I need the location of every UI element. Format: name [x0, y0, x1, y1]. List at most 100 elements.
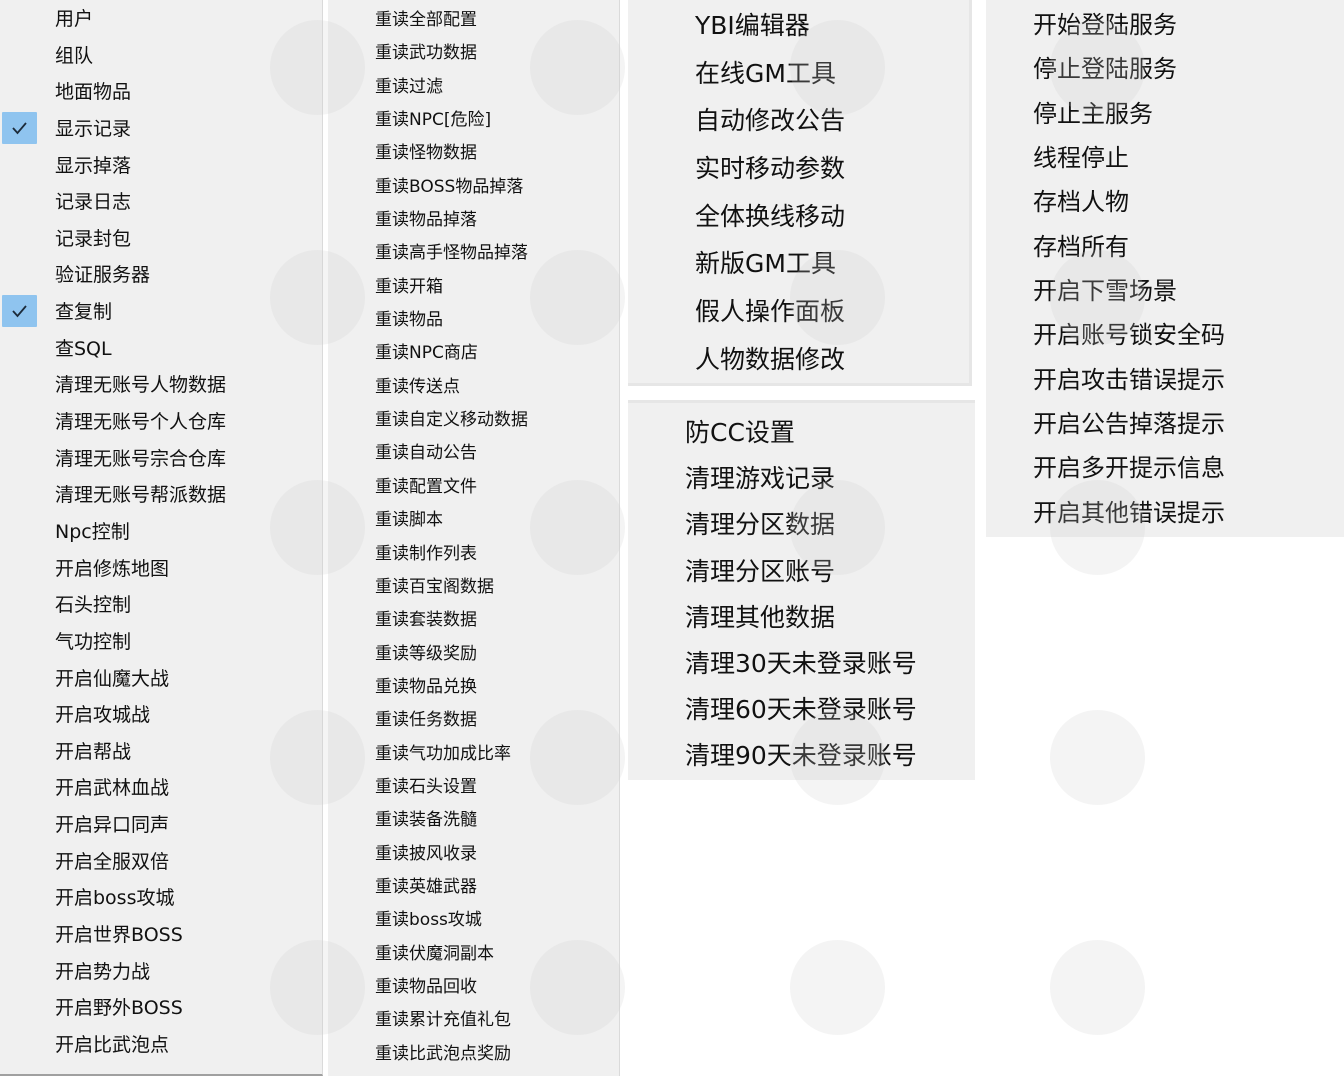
menu-item[interactable]: 重读BOSS物品掉落	[328, 167, 619, 200]
menu-item[interactable]: 开启多开提示信息	[986, 446, 1344, 490]
menu-item[interactable]: 重读物品掉落	[328, 200, 619, 233]
menu-item[interactable]: 地面物品	[0, 73, 322, 110]
menu-item[interactable]: 开启boss攻城	[0, 879, 322, 916]
menu-item[interactable]: 开启攻击错误提示	[986, 358, 1344, 402]
menu-item[interactable]: 开启账号锁安全码	[986, 313, 1344, 357]
menu-item[interactable]: 重读制作列表	[328, 534, 619, 567]
menu-item[interactable]: Npc控制	[0, 513, 322, 550]
menu-item[interactable]: 清理60天未登录账号	[628, 688, 975, 734]
menu-item[interactable]: 开启武林血战	[0, 769, 322, 806]
menu-item[interactable]: 清理30天未登录账号	[628, 642, 975, 688]
menu-item[interactable]: 重读伏魔洞副本	[328, 934, 619, 967]
menu-item[interactable]: 重读气功加成比率	[328, 734, 619, 767]
menu-item[interactable]: 清理分区数据	[628, 503, 975, 549]
menu-item[interactable]: 开启仙魔大战	[0, 660, 322, 697]
menu-item[interactable]: 重读等级奖励	[328, 634, 619, 667]
menu-item[interactable]: 清理其他数据	[628, 596, 975, 642]
menu-item[interactable]: 重读全部配置	[328, 0, 619, 33]
menu-item[interactable]: 重读套装数据	[328, 600, 619, 633]
menu-item[interactable]: 新版GM工具	[628, 242, 969, 290]
menu-item[interactable]: 开启异口同声	[0, 806, 322, 843]
menu-item[interactable]: 显示记录	[0, 110, 322, 147]
menu-item[interactable]: 重读装备洗髓	[328, 800, 619, 833]
menu-item[interactable]: 重读配置文件	[328, 467, 619, 500]
menu-item[interactable]: 重读任务数据	[328, 700, 619, 733]
menu-item-label: 实时移动参数	[695, 154, 846, 184]
menu-item[interactable]: 气功控制	[0, 623, 322, 660]
menu-item[interactable]: 停止登陆服务	[986, 47, 1344, 91]
menu-item[interactable]: 开启其他错误提示	[986, 491, 1344, 535]
menu-item[interactable]: 实时移动参数	[628, 147, 969, 195]
menu-item[interactable]: 重读物品	[328, 300, 619, 333]
menu-item-label: 开启野外BOSS	[55, 997, 183, 1020]
menu-item[interactable]: 显示掉落	[0, 147, 322, 184]
menu-item[interactable]: 验证服务器	[0, 256, 322, 293]
menu-item[interactable]: 重读过滤	[328, 67, 619, 100]
menu-item-label: 开启多开提示信息	[1033, 454, 1225, 483]
menu-item[interactable]: 重读自动公告	[328, 433, 619, 466]
menu-item-label: 开启帮战	[55, 740, 132, 763]
menu-item[interactable]: 重读武功数据	[328, 33, 619, 66]
menu-item[interactable]: 重读开箱	[328, 267, 619, 300]
menu-item[interactable]: 存档所有	[986, 225, 1344, 269]
menu-item-label: 重读比武泡点奖励	[375, 1043, 511, 1064]
menu-item-label: 重读BOSS物品掉落	[375, 176, 524, 197]
menu-item[interactable]: 重读比武泡点奖励	[328, 1034, 619, 1067]
menu-item[interactable]: 开启修炼地图	[0, 550, 322, 587]
menu-item[interactable]: 自动修改公告	[628, 99, 969, 147]
menu-item[interactable]: 重读英雄武器	[328, 867, 619, 900]
menu-item[interactable]: 开启世界BOSS	[0, 916, 322, 953]
menu-item[interactable]: 停止主服务	[986, 92, 1344, 136]
menu-item[interactable]: 在线GM工具	[628, 52, 969, 100]
menu-item[interactable]: 记录封包	[0, 220, 322, 257]
menu-item[interactable]: 记录日志	[0, 183, 322, 220]
menu-item[interactable]: 开启公告掉落提示	[986, 402, 1344, 446]
menu-item[interactable]: 用户	[0, 0, 322, 37]
menu-item-label: 地面物品	[55, 81, 132, 104]
menu-item[interactable]: 开启全服双倍	[0, 843, 322, 880]
menu-item-label: 人物数据修改	[695, 344, 846, 374]
menu-item[interactable]: 重读高手怪物品掉落	[328, 233, 619, 266]
menu-item[interactable]: 重读累计充值礼包	[328, 1000, 619, 1033]
menu-item[interactable]: 重读NPC[危险]	[328, 100, 619, 133]
menu-item[interactable]: 开启攻城战	[0, 696, 322, 733]
menu-item[interactable]: 清理无账号个人仓库	[0, 403, 322, 440]
menu-item-label: 组队	[55, 44, 94, 67]
menu-item[interactable]: 全体换线移动	[628, 195, 969, 243]
menu-item[interactable]: 防CC设置	[628, 411, 975, 457]
menu-item[interactable]: YBI编辑器	[628, 4, 969, 52]
menu-item[interactable]: 假人操作面板	[628, 290, 969, 338]
menu-item[interactable]: 查SQL	[0, 330, 322, 367]
menu-item-label: 开启全服双倍	[55, 850, 170, 873]
menu-item[interactable]: 重读传送点	[328, 367, 619, 400]
menu-item[interactable]: 清理游戏记录	[628, 457, 975, 503]
menu-item[interactable]: 重读脚本	[328, 500, 619, 533]
menu-item[interactable]: 重读boss攻城	[328, 900, 619, 933]
menu-item[interactable]: 重读NPC商店	[328, 333, 619, 366]
menu-item[interactable]: 开启比武泡点	[0, 1026, 322, 1063]
menu-item-label: 重读物品掉落	[375, 210, 477, 231]
menu-item[interactable]: 清理无账号人物数据	[0, 366, 322, 403]
menu-item[interactable]: 重读物品回收	[328, 967, 619, 1000]
menu-item[interactable]: 清理分区账号	[628, 550, 975, 596]
menu-item[interactable]: 开启野外BOSS	[0, 989, 322, 1026]
menu-item[interactable]: 清理无账号帮派数据	[0, 476, 322, 513]
menu-item[interactable]: 开启下雪场景	[986, 269, 1344, 313]
menu-item[interactable]: 组队	[0, 37, 322, 74]
menu-item[interactable]: 清理无账号宗合仓库	[0, 440, 322, 477]
menu-item[interactable]: 重读怪物数据	[328, 133, 619, 166]
menu-item[interactable]: 清理90天未登录账号	[628, 734, 975, 780]
menu-item[interactable]: 存档人物	[986, 180, 1344, 224]
menu-item[interactable]: 开启势力战	[0, 953, 322, 990]
menu-item[interactable]: 重读石头设置	[328, 767, 619, 800]
menu-item[interactable]: 重读百宝阁数据	[328, 567, 619, 600]
menu-item[interactable]: 石头控制	[0, 586, 322, 623]
menu-item[interactable]: 重读披风收录	[328, 834, 619, 867]
menu-item[interactable]: 重读自定义移动数据	[328, 400, 619, 433]
menu-item[interactable]: 重读物品兑换	[328, 667, 619, 700]
menu-item[interactable]: 人物数据修改	[628, 338, 969, 386]
menu-item[interactable]: 查复制	[0, 293, 322, 330]
menu-item[interactable]: 线程停止	[986, 136, 1344, 180]
menu-item[interactable]: 开启帮战	[0, 733, 322, 770]
menu-item[interactable]: 开始登陆服务	[986, 3, 1344, 47]
